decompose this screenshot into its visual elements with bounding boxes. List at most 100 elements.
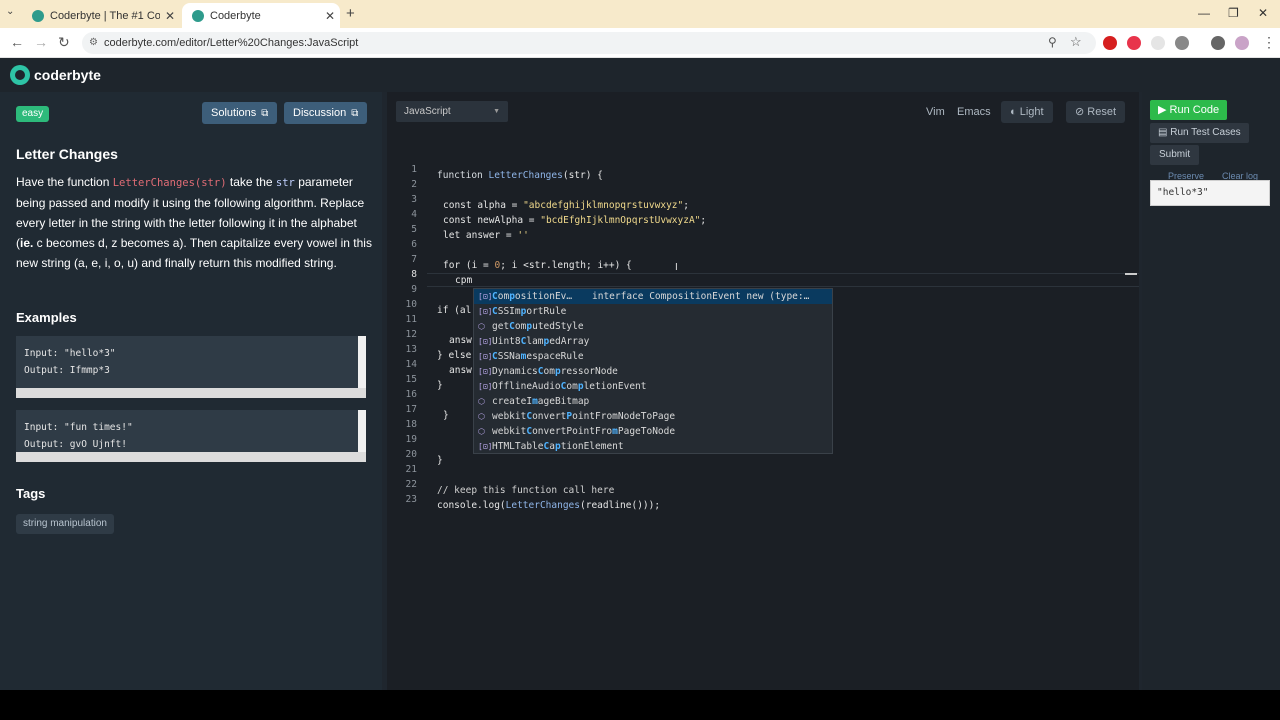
emacs-mode-button[interactable]: Emacs	[957, 101, 991, 123]
code-line-10[interactable]: if (al	[437, 305, 471, 316]
code-line-3[interactable]: const alpha = "abcdefghijklmnopqrstuvwxy…	[443, 200, 689, 211]
suggestion-item[interactable]: [⊡]CSSImportRule	[474, 304, 832, 319]
suggestion-item[interactable]: [⊡]CSSNamespaceRule	[474, 349, 832, 364]
solutions-button[interactable]: Solutions ⧉	[202, 102, 278, 124]
suggestion-item[interactable]: [⊡]HTMLTableCaptionElement	[474, 439, 832, 454]
close-tab-icon[interactable]: ✕	[160, 9, 180, 23]
discussion-button[interactable]: Discussion ⧉	[284, 102, 368, 124]
coderbyte-app: coderbyte easy Solutions ⧉ Discussion ⧉ Le…	[0, 58, 1280, 690]
code-line-23[interactable]: console.log(LetterChanges(readline()));	[437, 500, 660, 511]
extension-icon[interactable]	[1127, 36, 1141, 50]
zoom-icon[interactable]: ⚲	[1048, 35, 1057, 49]
bookmark-star-icon[interactable]: ☆	[1070, 34, 1082, 50]
horizontal-scrollbar[interactable]	[16, 452, 366, 462]
line-number: 8	[411, 269, 417, 280]
coderbyte-favicon-icon	[32, 9, 44, 22]
code-line-12[interactable]: answ	[449, 335, 472, 346]
symbol-icon: ⬡	[478, 397, 485, 406]
vertical-scrollbar[interactable]	[358, 336, 366, 388]
horizontal-scrollbar[interactable]	[16, 388, 366, 398]
test-input-field[interactable]: "hello*3"	[1150, 180, 1270, 206]
browser-tab-coderbyte-home[interactable]: Coderbyte | The #1 Coding Ass ✕	[22, 3, 180, 28]
reset-button[interactable]: ⊘ Reset	[1066, 101, 1126, 123]
coderbyte-logo-text[interactable]: coderbyte	[34, 67, 101, 83]
suggestion-item[interactable]: ⬡ getComputedStyle	[474, 319, 832, 334]
code-editor[interactable]: JavaScript ▼ Vim Emacs ◐ Light ⊘ Reset 1…	[387, 92, 1139, 690]
code-line-4[interactable]: const newAlpha = "bcdEfghIjklmnOpqrstUvw…	[443, 215, 706, 226]
code-line-5[interactable]: let answer = ''	[443, 230, 529, 241]
extension-icon[interactable]	[1103, 36, 1117, 50]
extensions-puzzle-icon[interactable]	[1175, 36, 1189, 50]
reload-icon[interactable]: ↻	[58, 34, 70, 51]
suggestion-item[interactable]: [⊡]DynamicsCompressorNode	[474, 364, 832, 379]
autocomplete-suggestions[interactable]: [⊡]CompositionEv… interface CompositionEv…	[473, 288, 833, 454]
suggestion-text: SSNa	[497, 351, 521, 362]
line-number: 17	[405, 404, 417, 415]
external-link-icon: ⧉	[261, 108, 269, 119]
coderbyte-logo-icon[interactable]	[10, 65, 30, 85]
suggestion-text: webkit	[492, 411, 527, 422]
close-window-icon[interactable]: ✕	[1258, 6, 1268, 20]
suggestion-item[interactable]: [⊡]CompositionEv… interface CompositionEv…	[474, 289, 832, 304]
suggestion-text: espaceRule	[526, 351, 584, 362]
code-line-17[interactable]: }	[443, 410, 449, 421]
line-number: 16	[405, 389, 417, 400]
vim-mode-button[interactable]: Vim	[926, 101, 945, 123]
symbol-icon: [⊡]	[478, 382, 493, 391]
browser-tab-coderbyte-editor[interactable]: Coderbyte ✕	[182, 3, 340, 28]
code-line-22[interactable]: // keep this function call here	[437, 485, 614, 496]
suggestion-text: PageToNode	[617, 426, 676, 437]
line-number: 20	[405, 449, 417, 460]
back-icon[interactable]: ←	[10, 34, 24, 50]
suggestion-item[interactable]: [⊡]Uint8ClampedArray	[474, 334, 832, 349]
example-output: Output: Ifmmp*3	[24, 365, 110, 376]
url-field[interactable]: ⚙ coderbyte.com/editor/Letter%20Changes:…	[82, 32, 1096, 54]
code-line-1[interactable]: function LetterChanges(str) {	[437, 170, 603, 181]
line-number: 2	[411, 179, 417, 190]
text-cursor-icon: I	[675, 262, 678, 273]
symbol-icon: [⊡]	[478, 307, 493, 316]
code-line-13[interactable]: } else	[437, 350, 471, 361]
problem-panel: easy Solutions ⧉ Discussion ⧉ Letter Chang…	[0, 92, 382, 690]
argument-code: str	[275, 177, 295, 189]
suggestion-text: HTMLTable	[492, 441, 544, 452]
suggestion-item[interactable]: ⬡ createImageBitmap	[474, 394, 832, 409]
run-panel: ▶ Run Code ▤ Run Test Cases Submit Prese…	[1142, 92, 1280, 690]
minimize-icon[interactable]: —	[1198, 6, 1210, 20]
code-line-8[interactable]: cpm	[455, 275, 472, 286]
tag-string-manipulation[interactable]: string manipulation	[16, 514, 114, 534]
profile-avatar[interactable]	[1235, 36, 1249, 50]
submit-button[interactable]: Submit	[1150, 145, 1200, 165]
suggestion-text: ageBitmap	[537, 396, 590, 407]
function-name-code: LetterChanges(str)	[112, 177, 227, 189]
suggestion-text: OfflineAudio	[492, 381, 561, 392]
run-code-button[interactable]: ▶ Run Code	[1150, 100, 1228, 120]
app-header: coderbyte	[0, 58, 1280, 92]
site-info-icon[interactable]: ⚙	[89, 37, 98, 48]
vertical-scrollbar[interactable]	[358, 410, 366, 452]
run-test-cases-button[interactable]: ▤ Run Test Cases	[1150, 123, 1249, 143]
forward-icon[interactable]: →	[34, 34, 48, 50]
example-output: Output: gvO Ujnft!	[24, 439, 127, 450]
suggestion-item[interactable]: ⬡ webkitConvertPointFromNodeToPage	[474, 409, 832, 424]
tab-list-icon[interactable]: ⌄	[6, 6, 14, 17]
new-tab-icon[interactable]: +	[346, 5, 355, 22]
restore-icon[interactable]: ❐	[1228, 6, 1239, 20]
code-line-14[interactable]: answ	[449, 365, 472, 376]
code-line-20[interactable]: }	[437, 455, 443, 466]
side-panel-icon[interactable]	[1211, 36, 1225, 50]
suggestion-item[interactable]: [⊡]OfflineAudioCompletionEvent	[474, 379, 832, 394]
suggestion-text: ositionEv…	[514, 291, 573, 302]
code-line-7[interactable]: for (i = 0; i <str.length; i++) {	[443, 260, 632, 271]
language-select[interactable]: JavaScript ▼	[396, 101, 508, 122]
close-tab-icon[interactable]: ✕	[320, 9, 340, 23]
light-theme-button[interactable]: ◐ Light	[1001, 101, 1053, 123]
extension-icon[interactable]	[1151, 36, 1165, 50]
current-line-highlight	[427, 273, 1139, 287]
suggestion-item[interactable]: ⬡ webkitConvertPointFromPageToNode	[474, 424, 832, 439]
desc-emphasis: ie.	[20, 236, 34, 250]
light-theme-icon: ◐	[1010, 106, 1017, 118]
code-line-15[interactable]: }	[437, 380, 443, 391]
symbol-icon: [⊡]	[478, 367, 493, 376]
browser-menu-icon[interactable]: ⋮	[1262, 34, 1276, 51]
